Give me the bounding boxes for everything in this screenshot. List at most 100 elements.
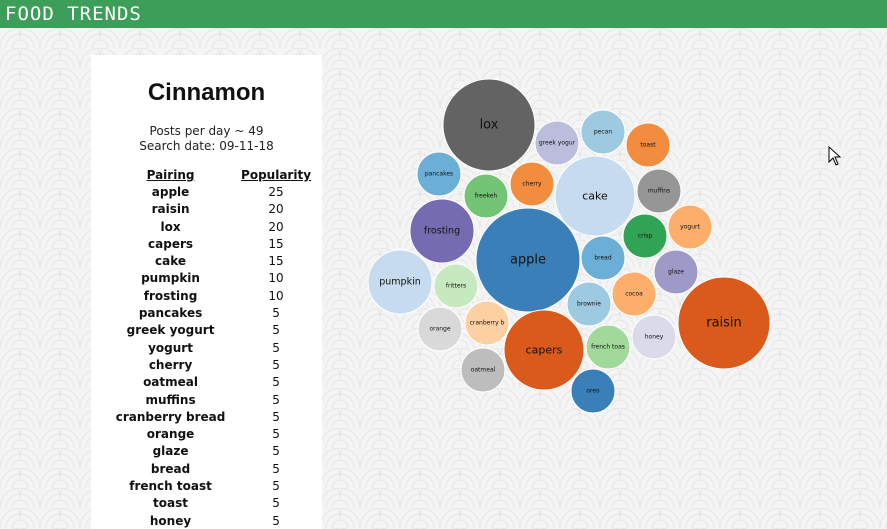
app-header: FOOD TRENDS: [0, 0, 887, 28]
bubble-yogurt[interactable]: yogurt: [667, 204, 713, 250]
bubble-frosting[interactable]: frosting: [409, 198, 475, 264]
bubble-freekeh[interactable]: freekeh: [463, 173, 509, 219]
popularity-value: 5: [272, 479, 280, 494]
table-row: pancakes 5: [111, 305, 322, 322]
table-row: cranberry bread 5: [111, 409, 322, 426]
bubble-fritters[interactable]: fritters: [433, 263, 479, 309]
pairing-name: frosting: [143, 288, 198, 303]
pairing-name: raisin: [151, 202, 190, 217]
bubble-capers[interactable]: capers: [503, 309, 585, 391]
bubble-label: raisin: [706, 316, 742, 331]
bubble-pumpkin[interactable]: pumpkin: [367, 249, 433, 315]
pairing-name: orange: [146, 427, 195, 442]
bubble-label: lox: [480, 118, 499, 133]
pairing-name: bread: [150, 461, 191, 476]
bubble-cherry[interactable]: cherry: [509, 161, 555, 207]
bubble-label: muffins: [648, 188, 670, 195]
pairing-name: greek yogurt: [126, 323, 215, 338]
pairing-table-body: apple 25 raisin 20 lox 20 capers 15 cake 15 pumpki…: [111, 184, 322, 529]
popularity-value: 20: [268, 202, 284, 217]
bubble-label: freekeh: [475, 193, 498, 200]
bubble-label: fritters: [446, 283, 466, 290]
bubble-cocoa[interactable]: cocoa: [611, 271, 657, 317]
popularity-value: 5: [272, 306, 280, 321]
table-row: french toast 5: [111, 478, 322, 495]
bubble-glaze[interactable]: glaze: [653, 249, 699, 295]
bubble-label: orange: [429, 326, 450, 333]
bubble-honey[interactable]: honey: [631, 314, 677, 360]
bubble-chart: apple raisin lox capers cake pumpkin frosting p…: [367, 78, 771, 414]
table-row: lox 20: [111, 219, 322, 236]
bubble-label: pecan: [594, 129, 612, 136]
popularity-value: 15: [268, 236, 284, 251]
search-date: Search date: 09-11-18: [139, 139, 274, 153]
bubble-oatmeal[interactable]: oatmeal: [460, 347, 506, 393]
bubble-label: capers: [526, 344, 563, 357]
pairing-name: pumpkin: [141, 271, 200, 286]
table-row: apple 25: [111, 184, 322, 201]
bubble-oreo[interactable]: oreo: [570, 368, 616, 414]
bubble-raisin[interactable]: raisin: [677, 276, 771, 370]
table-row: yogurt 5: [111, 340, 322, 357]
bubble-toast[interactable]: toast: [625, 122, 671, 168]
bubble-label: oatmeal: [471, 367, 496, 374]
bubble-label: brownie: [577, 301, 601, 308]
pairing-name: french toast: [129, 479, 212, 494]
bubble-label: toast: [640, 142, 656, 149]
popularity-value: 20: [268, 219, 284, 234]
table-row: capers 15: [111, 236, 322, 253]
bubble-crisp[interactable]: crisp: [622, 213, 668, 259]
bubble-label: glaze: [668, 269, 684, 276]
table-row: cake 15: [111, 253, 322, 270]
popularity-value: 5: [272, 392, 280, 407]
pairing-name: lox: [160, 219, 181, 234]
bubble-brownie[interactable]: brownie: [566, 281, 612, 327]
pairing-name: muffins: [145, 392, 196, 407]
popularity-value: 5: [272, 444, 280, 459]
table-row: bread 5: [111, 461, 322, 478]
bubble-label: cherry: [522, 181, 542, 188]
ingredient-title: Cinnamon: [147, 79, 266, 106]
table-row: honey 5: [111, 513, 322, 529]
popularity-value: 5: [272, 323, 280, 338]
table-row: raisin 20: [111, 201, 322, 218]
pairing-name: cake: [155, 254, 187, 269]
bubble-apple[interactable]: apple: [475, 207, 581, 313]
bubble-label: french toas: [591, 344, 625, 351]
bubble-bread[interactable]: bread: [580, 235, 626, 281]
bubble-pancakes[interactable]: pancakes: [416, 151, 462, 197]
pairing-name: honey: [149, 513, 192, 528]
bubble-cake[interactable]: cake: [554, 155, 636, 237]
popularity-value: 5: [272, 496, 280, 511]
bubble-label: pumpkin: [379, 277, 421, 288]
popularity-value: 15: [268, 254, 284, 269]
popularity-value: 5: [272, 427, 280, 442]
table-row: cherry 5: [111, 357, 322, 374]
bubble-label: apple: [510, 253, 546, 268]
bubble-greek-yogur[interactable]: greek yogur: [534, 120, 580, 166]
table-row: pumpkin 10: [111, 270, 322, 287]
bubble-label: crisp: [638, 233, 653, 240]
table-row: orange 5: [111, 426, 322, 443]
pairing-name: oatmeal: [143, 375, 198, 390]
bubble-lox[interactable]: lox: [442, 78, 536, 172]
bubble-label: oreo: [586, 388, 600, 395]
popularity-value: 10: [268, 271, 284, 286]
pairing-name: cranberry bread: [115, 409, 226, 424]
popularity-value: 5: [272, 409, 280, 424]
bubble-label: yogurt: [680, 224, 700, 231]
popularity-value: 5: [272, 513, 280, 528]
bubble-muffins[interactable]: muffins: [636, 168, 682, 214]
pairing-name: toast: [153, 496, 189, 511]
table-row: greek yogurt 5: [111, 322, 322, 339]
bubble-french-toas[interactable]: french toas: [585, 324, 631, 370]
pairing-name: capers: [148, 236, 194, 251]
table-row: oatmeal 5: [111, 374, 322, 391]
popularity-value: 5: [272, 340, 280, 355]
bubble-orange[interactable]: orange: [417, 306, 463, 352]
bubble-label: cake: [582, 190, 608, 203]
bubble-label: honey: [645, 334, 664, 341]
bubble-cranberry-b[interactable]: cranberry b: [464, 300, 510, 346]
table-row: frosting 10: [111, 288, 322, 305]
bubble-pecan[interactable]: pecan: [580, 109, 626, 155]
